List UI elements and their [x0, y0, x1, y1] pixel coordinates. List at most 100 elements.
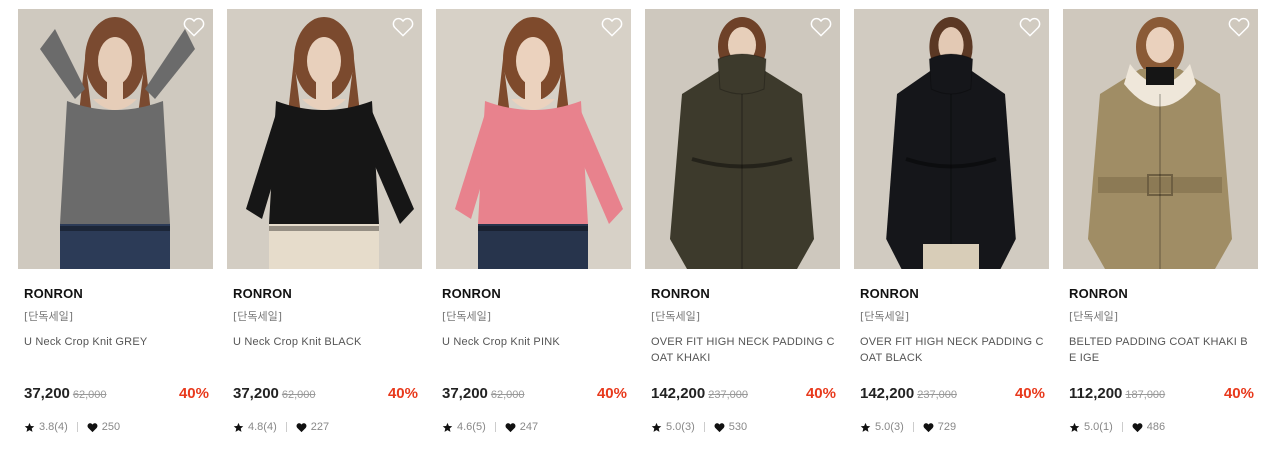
price-row: 142,200 237,000 40%: [651, 385, 836, 405]
product-card[interactable]: RONRON [단독세일] OVER FIT HIGH NECK PADDING…: [645, 9, 840, 433]
brand-name[interactable]: RONRON: [18, 286, 213, 302]
review-meta: 5.0(3) 729: [860, 420, 956, 434]
product-image[interactable]: [645, 9, 840, 269]
product-card[interactable]: RONRON [단독세일] OVER FIT HIGH NECK PADDING…: [854, 9, 1049, 433]
brand-name[interactable]: RONRON: [227, 286, 422, 302]
sale-price: 37,200: [233, 385, 279, 402]
product-card[interactable]: RONRON [단독세일] U Neck Crop Knit PINK 37,2…: [436, 9, 631, 433]
model-knit: [478, 101, 588, 224]
discount-rate: 40%: [387, 385, 418, 402]
product-name[interactable]: U Neck Crop Knit GREY: [18, 334, 213, 368]
product-image[interactable]: [436, 9, 631, 269]
brand-name[interactable]: RONRON: [854, 286, 1049, 302]
original-price: 237,000: [917, 389, 957, 401]
rating-value: 5.0(1): [1084, 421, 1113, 433]
original-price: 62,000: [490, 389, 525, 401]
product-image[interactable]: [18, 9, 213, 269]
heart-outline-icon: [183, 17, 205, 37]
product-photo: [18, 9, 213, 269]
like-count: 729: [937, 421, 957, 433]
review-meta: 4.6(5) 247: [442, 420, 538, 434]
like-count: 247: [519, 421, 539, 433]
sale-price: 37,200: [442, 385, 488, 402]
like-count: 227: [310, 421, 330, 433]
product-name[interactable]: OVER FIT HIGH NECK PADDING C OAT BLACK: [854, 334, 1049, 368]
waist-band: [60, 226, 170, 231]
divider: [76, 422, 78, 432]
sale-tag: [단독세일]: [233, 310, 283, 323]
model-face: [307, 37, 341, 85]
product-photo: [645, 9, 840, 269]
review-meta: 4.8(4) 227: [233, 420, 329, 434]
product-name[interactable]: BELTED PADDING COAT KHAKI BE IGE: [1063, 334, 1258, 368]
like-count: 530: [728, 421, 748, 433]
product-name[interactable]: U Neck Crop Knit BLACK: [227, 334, 422, 368]
heart-outline-icon: [1228, 17, 1250, 37]
model-face: [516, 37, 550, 85]
model-pants: [923, 244, 979, 269]
heart-outline-icon: [601, 17, 623, 37]
product-card[interactable]: RONRON [단독세일] U Neck Crop Knit BLACK 37,…: [227, 9, 422, 433]
heart-filled-icon: [505, 422, 516, 432]
rating-value: 5.0(3): [875, 421, 904, 433]
sale-price: 37,200: [24, 385, 70, 402]
original-price: 187,000: [1125, 389, 1166, 401]
price-row: 37,200 62,000 40%: [24, 385, 209, 405]
sale-price: 112,200: [1069, 385, 1123, 402]
wishlist-button[interactable]: [601, 17, 623, 37]
discount-rate: 40%: [178, 385, 209, 402]
rating-value: 4.6(5): [457, 421, 486, 433]
original-price: 62,000: [281, 389, 316, 401]
wishlist-button[interactable]: [183, 17, 205, 37]
sale-price: 142,200: [860, 385, 915, 402]
star-icon: [233, 422, 244, 432]
sale-tag: [단독세일]: [442, 310, 492, 323]
brand-name[interactable]: RONRON: [645, 286, 840, 302]
rating-value: 3.8(4): [39, 421, 68, 433]
star-icon: [24, 422, 35, 432]
brand-name[interactable]: RONRON: [1063, 286, 1258, 302]
heart-filled-icon: [714, 422, 725, 432]
star-icon: [860, 422, 871, 432]
model-neck: [107, 81, 123, 99]
wishlist-button[interactable]: [810, 17, 832, 37]
product-image[interactable]: [227, 9, 422, 269]
brand-name[interactable]: RONRON: [436, 286, 631, 302]
sale-tag: [단독세일]: [1069, 310, 1119, 323]
discount-rate: 40%: [1223, 385, 1254, 402]
product-card[interactable]: RONRON [단독세일] BELTED PADDING COAT KHAKI …: [1063, 9, 1258, 433]
divider: [1121, 422, 1123, 432]
product-name[interactable]: OVER FIT HIGH NECK PADDING C OAT KHAKI: [645, 334, 840, 368]
turtleneck: [1146, 67, 1174, 85]
high-neck-collar: [928, 53, 974, 95]
product-grid: RONRON [단독세일] U Neck Crop Knit GREY 37,2…: [18, 9, 1258, 433]
product-image[interactable]: [854, 9, 1049, 269]
model-face: [98, 37, 132, 85]
divider: [494, 422, 496, 432]
wishlist-button[interactable]: [1019, 17, 1041, 37]
wishlist-button[interactable]: [1228, 17, 1250, 37]
rating-value: 4.8(4): [248, 421, 277, 433]
product-photo: [854, 9, 1049, 269]
product-card[interactable]: RONRON [단독세일] U Neck Crop Knit GREY 37,2…: [18, 9, 213, 433]
review-meta: 5.0(1) 486: [1069, 420, 1165, 434]
wishlist-button[interactable]: [392, 17, 414, 37]
heart-filled-icon: [296, 422, 307, 432]
original-price: 237,000: [708, 389, 748, 401]
sale-tag: [단독세일]: [24, 310, 74, 323]
heart-filled-icon: [87, 422, 98, 432]
price-row: 142,200 237,000 40%: [860, 385, 1045, 405]
discount-rate: 40%: [596, 385, 627, 402]
sale-price: 142,200: [651, 385, 706, 402]
model-neck: [316, 81, 332, 99]
product-name[interactable]: U Neck Crop Knit PINK: [436, 334, 631, 368]
heart-outline-icon: [392, 17, 414, 37]
product-image[interactable]: [1063, 9, 1258, 269]
product-photo: [436, 9, 631, 269]
price-row: 112,200 187,000 40%: [1069, 385, 1254, 405]
waist-band: [269, 226, 379, 231]
price-row: 37,200 62,000 40%: [442, 385, 627, 405]
divider: [912, 422, 914, 432]
review-meta: 5.0(3) 530: [651, 420, 747, 434]
like-count: 250: [101, 421, 121, 433]
